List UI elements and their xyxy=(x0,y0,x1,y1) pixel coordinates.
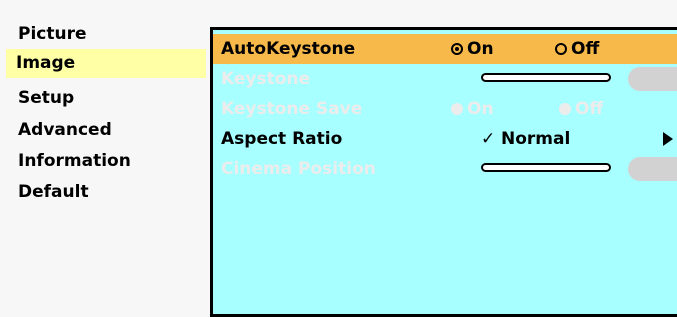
off-option-label: Off xyxy=(575,99,604,119)
cinema-position-label: Cinema Position xyxy=(221,159,376,179)
auto-keystone-off-option[interactable]: Off xyxy=(555,34,599,64)
on-option-label: On xyxy=(467,39,494,59)
keystone-save-off-option: Off xyxy=(559,94,603,124)
sidebar-item-image[interactable]: Image xyxy=(6,49,206,78)
sidebar-item-label: Default xyxy=(18,182,89,202)
sidebar-item-default[interactable]: Default xyxy=(8,178,204,207)
cinema-position-row: Cinema Position xyxy=(213,154,677,184)
sidebar-item-label: Setup xyxy=(18,88,75,108)
auto-keystone-label: AutoKeystone xyxy=(221,39,356,59)
aspect-ratio-row[interactable]: Aspect Ratio ✓ Normal xyxy=(213,124,677,154)
keystone-slider xyxy=(481,73,611,82)
off-option-label: Off xyxy=(571,39,600,59)
cinema-position-value-box xyxy=(628,157,677,181)
radio-unselected-icon xyxy=(555,43,567,55)
radio-disabled-icon xyxy=(451,103,463,115)
aspect-ratio-label: Aspect Ratio xyxy=(221,129,343,149)
sidebar-item-information[interactable]: Information xyxy=(8,147,204,176)
cinema-position-slider xyxy=(481,163,611,172)
image-settings-panel: AutoKeystone On Off Keystone Keystone Sa… xyxy=(210,27,677,317)
keystone-label: Keystone xyxy=(221,69,311,89)
keystone-save-row: Keystone Save On Off xyxy=(213,94,677,124)
radio-selected-icon xyxy=(451,43,463,55)
sidebar-item-label: Image xyxy=(16,53,76,73)
sidebar-item-picture[interactable]: Picture xyxy=(8,20,204,49)
sidebar-item-setup[interactable]: Setup xyxy=(8,84,204,113)
auto-keystone-row[interactable]: AutoKeystone On Off xyxy=(213,34,677,64)
sidebar-item-label: Advanced xyxy=(18,120,112,140)
radio-disabled-icon xyxy=(559,103,571,115)
keystone-save-label: Keystone Save xyxy=(221,99,363,119)
keystone-value-box xyxy=(628,67,677,91)
submenu-arrow-icon[interactable] xyxy=(663,132,673,146)
on-option-label: On xyxy=(467,99,494,119)
keystone-row: Keystone xyxy=(213,64,677,94)
auto-keystone-on-option[interactable]: On xyxy=(451,34,494,64)
keystone-save-on-option: On xyxy=(451,94,494,124)
checkmark-icon: ✓ xyxy=(481,129,496,149)
sidebar-item-label: Information xyxy=(18,151,131,171)
sidebar-item-advanced[interactable]: Advanced xyxy=(8,116,204,145)
aspect-ratio-value: Normal xyxy=(501,129,571,149)
sidebar-item-label: Picture xyxy=(18,24,87,44)
